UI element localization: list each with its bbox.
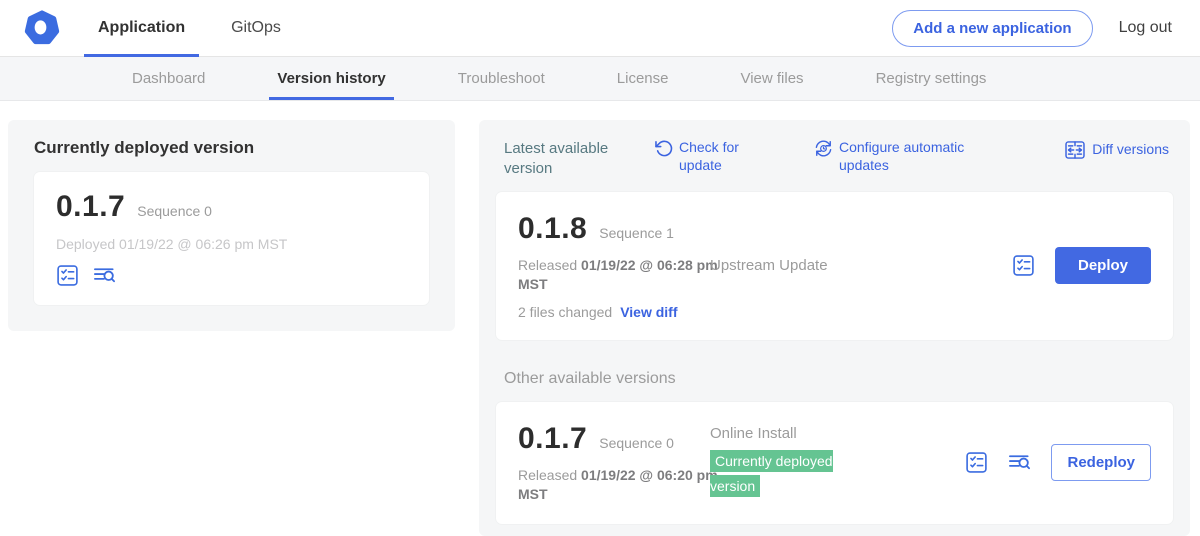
app-subnav: Dashboard Version history Troubleshoot L… [0, 57, 1200, 101]
tab-application[interactable]: Application [84, 0, 199, 56]
subnav-version-history[interactable]: Version history [265, 57, 397, 100]
top-tabs: Application GitOps [84, 0, 313, 56]
check-for-update-button[interactable]: Check for update [654, 139, 814, 174]
preflight-checks-icon[interactable] [965, 451, 988, 474]
other-release-source: Online Install Currently deployed versio… [710, 425, 965, 500]
latest-released-timestamp: Released 01/19/22 @ 06:28 pm MST [518, 256, 718, 294]
diff-versions-button[interactable]: Diff versions [1064, 139, 1169, 161]
other-release-actions: Redeploy [965, 444, 1151, 481]
main-content: Currently deployed version 0.1.7 Sequenc… [0, 101, 1200, 536]
configure-automatic-updates-label: Configure automatic updates [839, 139, 979, 174]
available-panel-actions: Check for update Configure automatic upd… [654, 139, 1169, 174]
other-release-card: 0.1.7 Sequence 0 Released 01/19/22 @ 06:… [496, 402, 1173, 524]
other-sequence: Sequence 0 [599, 435, 674, 451]
preflight-checks-icon[interactable] [56, 264, 79, 287]
released-label: Released [518, 467, 577, 483]
upstream-update-label: Upstream Update [710, 257, 1012, 274]
subnav-license[interactable]: License [605, 57, 681, 100]
available-panel-header: Latest available version Check for updat… [496, 137, 1173, 178]
available-panel-title: Latest available version [504, 139, 654, 178]
other-release-info: 0.1.7 Sequence 0 Released 01/19/22 @ 06:… [518, 422, 710, 504]
subnav-view-files-label: View files [740, 70, 803, 87]
latest-version-number: 0.1.8 [518, 212, 587, 246]
released-label: Released [518, 257, 577, 273]
view-diff-link[interactable]: View diff [620, 304, 677, 320]
subnav-dashboard-label: Dashboard [132, 70, 205, 87]
latest-sequence: Sequence 1 [599, 225, 674, 241]
tab-application-label: Application [98, 19, 185, 37]
tab-gitops[interactable]: GitOps [217, 0, 295, 56]
subnav-version-history-label: Version history [277, 70, 385, 87]
top-header: Application GitOps Add a new application… [0, 0, 1200, 57]
latest-release-source: Upstream Update [710, 257, 1012, 274]
currently-deployed-panel: Currently deployed version 0.1.7 Sequenc… [8, 120, 455, 331]
redeploy-button[interactable]: Redeploy [1051, 444, 1151, 481]
files-changed-count: 2 files changed [518, 304, 612, 320]
tab-gitops-label: GitOps [231, 19, 281, 37]
subnav-license-label: License [617, 70, 669, 87]
view-logs-icon[interactable] [1008, 451, 1031, 474]
available-versions-panel: Latest available version Check for updat… [479, 120, 1190, 536]
subnav-troubleshoot-label: Troubleshoot [458, 70, 545, 87]
header-right: Add a new application Log out [892, 10, 1172, 47]
diff-versions-label: Diff versions [1092, 141, 1169, 159]
deployed-sequence: Sequence 0 [137, 203, 212, 219]
refresh-icon [654, 139, 673, 158]
deployed-panel-title: Currently deployed version [34, 138, 429, 158]
deployed-timestamp: Deployed 01/19/22 @ 06:26 pm MST [56, 236, 407, 252]
other-versions-title: Other available versions [504, 370, 1173, 388]
subnav-view-files[interactable]: View files [728, 57, 815, 100]
subnav-dashboard[interactable]: Dashboard [120, 57, 217, 100]
check-for-update-label: Check for update [679, 139, 751, 174]
subnav-troubleshoot[interactable]: Troubleshoot [446, 57, 557, 100]
deployed-version-number: 0.1.7 [56, 190, 125, 224]
logout-link[interactable]: Log out [1119, 19, 1172, 37]
app-logo-icon [24, 10, 60, 46]
subnav-registry-settings-label: Registry settings [876, 70, 987, 87]
latest-release-actions: Deploy [1012, 247, 1151, 284]
add-new-application-button[interactable]: Add a new application [892, 10, 1092, 47]
currently-deployed-badge-wrap: Currently deployed version [710, 450, 870, 500]
auto-update-clock-icon [814, 139, 833, 158]
other-version-number: 0.1.7 [518, 422, 587, 456]
currently-deployed-badge: Currently deployed version [710, 450, 833, 497]
diff-icon [1064, 139, 1086, 161]
preflight-checks-icon[interactable] [1012, 254, 1035, 277]
configure-automatic-updates-button[interactable]: Configure automatic updates [814, 139, 1064, 174]
online-install-label: Online Install [710, 425, 965, 442]
latest-release-card: 0.1.8 Sequence 1 Released 01/19/22 @ 06:… [496, 192, 1173, 340]
deployed-version-card: 0.1.7 Sequence 0 Deployed 01/19/22 @ 06:… [34, 172, 429, 305]
files-changed-line: 2 files changed View diff [518, 304, 710, 320]
deploy-button[interactable]: Deploy [1055, 247, 1151, 284]
other-released-timestamp: Released 01/19/22 @ 06:20 pm MST [518, 466, 718, 504]
view-logs-icon[interactable] [93, 264, 116, 287]
latest-release-info: 0.1.8 Sequence 1 Released 01/19/22 @ 06:… [518, 212, 710, 320]
subnav-registry-settings[interactable]: Registry settings [864, 57, 999, 100]
